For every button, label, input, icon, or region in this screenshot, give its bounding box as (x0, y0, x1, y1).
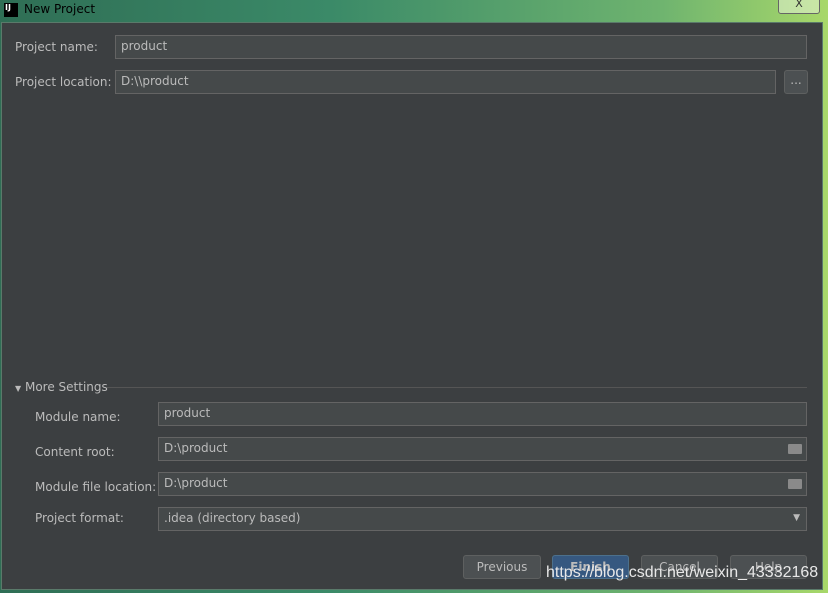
project-format-label: Project format: (35, 511, 124, 525)
module-name-input[interactable]: product (158, 402, 807, 426)
folder-icon[interactable] (788, 444, 802, 454)
folder-icon[interactable] (788, 479, 802, 489)
module-name-label: Module name: (35, 410, 121, 424)
separator (107, 387, 807, 388)
browse-button[interactable]: ... (784, 70, 808, 94)
title-bar: IJ New Project X (0, 0, 828, 22)
more-settings-toggle[interactable]: ▼ More Settings (15, 380, 108, 394)
project-format-value: .idea (directory based) (164, 511, 301, 525)
content-root-input[interactable]: D:\product (158, 437, 807, 461)
triangle-down-icon: ▼ (15, 384, 22, 393)
project-location-input[interactable]: D:\\product (115, 70, 776, 94)
module-file-location-label: Module file location: (35, 480, 157, 494)
module-file-location-value: D:\product (164, 476, 228, 490)
module-file-location-input[interactable]: D:\product (158, 472, 807, 496)
window-title: New Project (24, 2, 96, 16)
project-format-select[interactable]: .idea (directory based) ▼ (158, 507, 807, 531)
project-name-label: Project name: (15, 40, 98, 54)
intellij-icon: IJ (4, 3, 18, 17)
previous-button[interactable]: Previous (463, 555, 541, 579)
more-settings-label: More Settings (24, 380, 108, 394)
project-name-input[interactable]: product (115, 35, 807, 59)
project-location-label: Project location: (15, 75, 112, 89)
content-root-label: Content root: (35, 445, 115, 459)
close-button[interactable]: X (778, 0, 820, 14)
watermark: https://blog.csdn.net/weixin_43332168 (546, 564, 819, 581)
content-root-value: D:\product (164, 441, 228, 455)
dropdown-arrow-icon: ▼ (793, 513, 800, 523)
new-project-dialog: Project name: product Project location: … (1, 22, 823, 590)
